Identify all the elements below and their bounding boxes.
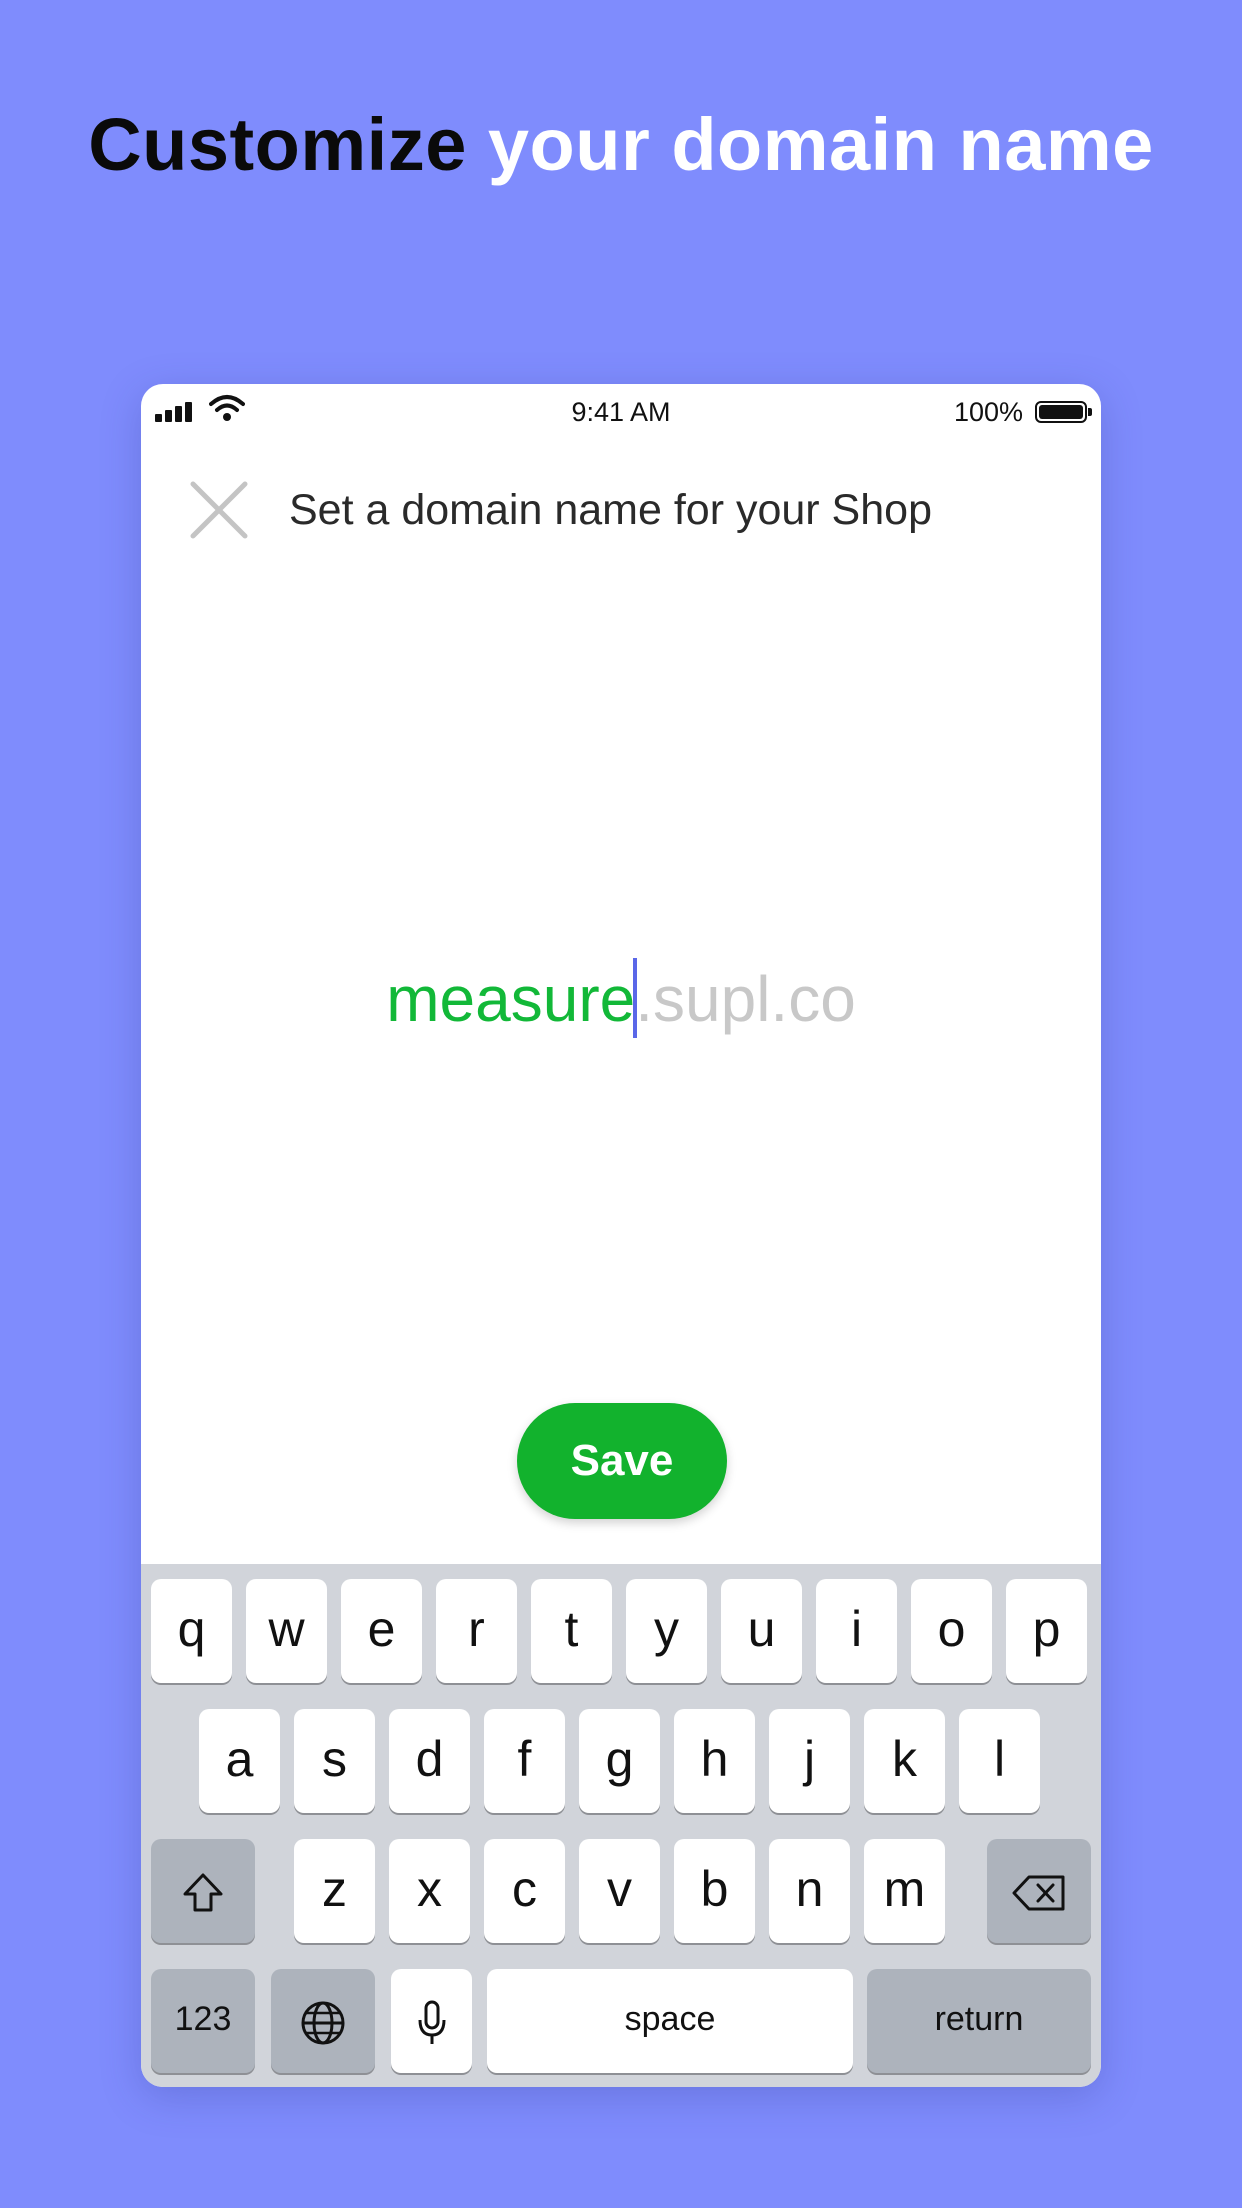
battery-percentage: 100% <box>953 397 1023 427</box>
battery-icon <box>1035 401 1092 423</box>
microphone-key[interactable] <box>391 1969 472 2073</box>
key-i[interactable]: i <box>816 1579 897 1683</box>
key-l[interactable]: l <box>959 1709 1040 1813</box>
domain-input-field[interactable]: measure.supl.co <box>141 954 1101 1044</box>
headline: Customize your domain name <box>0 100 1242 190</box>
microphone-icon <box>418 2000 445 2044</box>
close-button[interactable] <box>189 480 249 540</box>
space-key[interactable]: space <box>487 1969 853 2073</box>
globe-key[interactable] <box>271 1969 375 2073</box>
key-e[interactable]: e <box>341 1579 422 1683</box>
key-c[interactable]: c <box>484 1839 565 1943</box>
key-h[interactable]: h <box>674 1709 755 1813</box>
shift-key[interactable] <box>151 1839 255 1943</box>
text-cursor <box>633 958 638 1039</box>
status-bar: 9:41 AM 100% <box>141 384 1101 444</box>
backspace-icon <box>1012 1875 1065 1911</box>
keyboard: q w e r t y u i o p a s d f g h j k l z … <box>141 1564 1101 2087</box>
key-v[interactable]: v <box>579 1839 660 1943</box>
key-j[interactable]: j <box>769 1709 850 1813</box>
key-y[interactable]: y <box>626 1579 707 1683</box>
key-t[interactable]: t <box>531 1579 612 1683</box>
domain-suffix: .supl.co <box>635 963 856 1035</box>
save-button[interactable]: Save <box>517 1403 727 1519</box>
key-m[interactable]: m <box>864 1839 945 1943</box>
numbers-key[interactable]: 123 <box>151 1969 255 2073</box>
backspace-key[interactable] <box>987 1839 1091 1943</box>
page-title: Set a domain name for your Shop <box>289 486 932 534</box>
key-g[interactable]: g <box>579 1709 660 1813</box>
key-u[interactable]: u <box>721 1579 802 1683</box>
key-o[interactable]: o <box>911 1579 992 1683</box>
key-r[interactable]: r <box>436 1579 517 1683</box>
key-z[interactable]: z <box>294 1839 375 1943</box>
key-f[interactable]: f <box>484 1709 565 1813</box>
key-p[interactable]: p <box>1006 1579 1087 1683</box>
headline-rest: your domain name <box>466 103 1154 186</box>
globe-icon <box>301 2001 345 2045</box>
key-a[interactable]: a <box>199 1709 280 1813</box>
key-d[interactable]: d <box>389 1709 470 1813</box>
key-k[interactable]: k <box>864 1709 945 1813</box>
return-key[interactable]: return <box>867 1969 1091 2073</box>
key-s[interactable]: s <box>294 1709 375 1813</box>
shift-icon <box>183 1873 223 1912</box>
key-n[interactable]: n <box>769 1839 850 1943</box>
close-icon <box>190 481 248 539</box>
phone-screen: 9:41 AM 100% Set a domain name for your … <box>141 384 1101 2087</box>
domain-input-value[interactable]: measure <box>386 963 635 1035</box>
key-w[interactable]: w <box>246 1579 327 1683</box>
headline-emphasis: Customize <box>88 103 467 186</box>
key-b[interactable]: b <box>674 1839 755 1943</box>
key-x[interactable]: x <box>389 1839 470 1943</box>
key-q[interactable]: q <box>151 1579 232 1683</box>
